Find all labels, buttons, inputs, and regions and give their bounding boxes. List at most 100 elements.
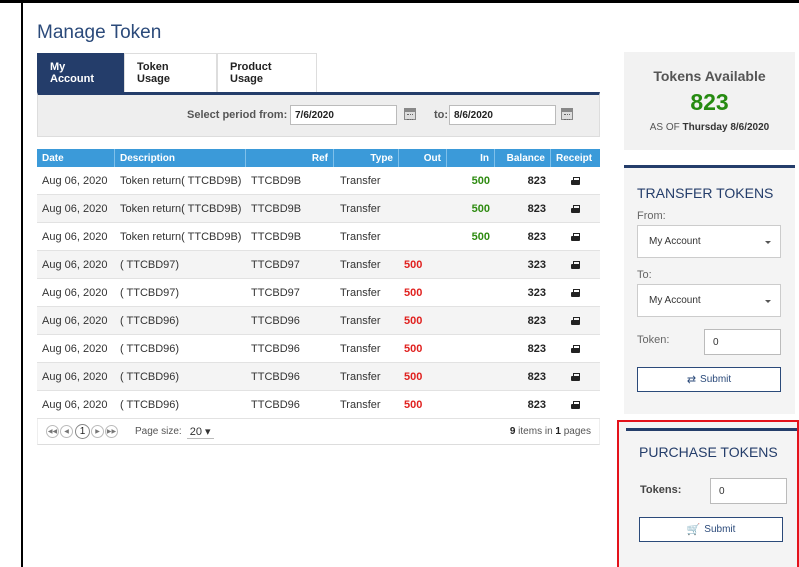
purchase-tokens-input[interactable] bbox=[710, 478, 787, 504]
cell-date: Aug 06, 2020 bbox=[42, 230, 108, 243]
transfer-arrows-icon: ⇄ bbox=[686, 374, 697, 386]
table-row: Aug 06, 2020 Token return( TTCBD9B) TTCBD9… bbox=[37, 167, 600, 195]
calendar-icon[interactable] bbox=[404, 108, 416, 120]
cell-type: Transfer bbox=[340, 286, 381, 299]
as-of-date: Thursday 8/6/2020 bbox=[682, 122, 770, 133]
printer-icon[interactable] bbox=[571, 176, 580, 185]
purchase-submit-label: Submit bbox=[704, 524, 736, 535]
cell-out: 500 bbox=[404, 370, 423, 383]
pager: ◀◀ ◀ 1 ▶ ▶▶ Page size: 20 ▾ 9 items in 1… bbox=[37, 419, 600, 445]
cell-out: 500 bbox=[404, 398, 423, 411]
cell-date: Aug 06, 2020 bbox=[42, 258, 108, 271]
cell-description: ( TTCBD96) bbox=[120, 314, 180, 327]
first-page-button[interactable]: ◀◀ bbox=[46, 425, 59, 438]
transfer-submit-label: Submit bbox=[700, 374, 732, 385]
printer-icon[interactable] bbox=[571, 288, 580, 297]
items-count: 9 bbox=[509, 426, 516, 437]
cell-type: Transfer bbox=[340, 230, 381, 243]
table-row: Aug 06, 2020 Token return( TTCBD9B) TTCBD9… bbox=[37, 223, 600, 251]
pages-label: pages bbox=[563, 426, 591, 437]
transfer-to-value: My Account bbox=[649, 295, 701, 306]
cell-description: ( TTCBD96) bbox=[120, 342, 180, 355]
cell-out: 500 bbox=[404, 342, 423, 355]
printer-icon[interactable] bbox=[571, 400, 580, 409]
cell-type: Transfer bbox=[340, 398, 381, 411]
cell-balance: 323 bbox=[527, 286, 546, 299]
cell-ref: TTCBD97 bbox=[251, 258, 300, 271]
tokens-as-of: AS OF Thursday 8/6/2020 bbox=[624, 122, 795, 133]
current-page-number[interactable]: 1 bbox=[75, 424, 90, 439]
printer-icon[interactable] bbox=[571, 316, 580, 325]
transfer-tokens-title: TRANSFER TOKENS bbox=[637, 185, 774, 201]
transfer-from-select[interactable]: My Account bbox=[637, 225, 781, 258]
cell-in: 500 bbox=[471, 174, 490, 187]
column-header-description[interactable]: Description bbox=[115, 149, 246, 167]
transfer-tokens-panel: TRANSFER TOKENS From: My Account To: My … bbox=[624, 165, 795, 414]
cell-description: Token return( TTCBD9B) bbox=[120, 230, 242, 243]
cell-ref: TTCBD96 bbox=[251, 370, 300, 383]
calendar-icon[interactable] bbox=[561, 108, 573, 120]
column-header-date[interactable]: Date bbox=[37, 149, 115, 167]
last-page-button[interactable]: ▶▶ bbox=[105, 425, 118, 438]
cell-ref: TTCBD96 bbox=[251, 398, 300, 411]
page-size-label: Page size: bbox=[135, 426, 182, 437]
printer-icon[interactable] bbox=[571, 204, 580, 213]
cell-out bbox=[399, 167, 447, 194]
column-header-in[interactable]: In bbox=[447, 149, 495, 167]
cell-ref: TTCBD9B bbox=[251, 202, 302, 215]
pages-count: 1 bbox=[555, 426, 561, 437]
column-header-ref[interactable]: Ref bbox=[246, 149, 334, 167]
period-from-input[interactable] bbox=[290, 105, 397, 125]
table-body: Aug 06, 2020 Token return( TTCBD9B) TTCBD9… bbox=[37, 167, 600, 419]
cell-description: Token return( TTCBD9B) bbox=[120, 202, 242, 215]
transfer-token-label: Token: bbox=[637, 334, 670, 346]
cell-out bbox=[399, 223, 447, 250]
printer-icon[interactable] bbox=[571, 260, 580, 269]
printer-icon[interactable] bbox=[571, 232, 580, 241]
transfer-to-select[interactable]: My Account bbox=[637, 284, 781, 317]
purchase-submit-button[interactable]: 🛒 Submit bbox=[639, 517, 783, 542]
purchase-tokens-title: PURCHASE TOKENS bbox=[639, 444, 778, 460]
cell-in bbox=[447, 335, 495, 362]
prev-page-button[interactable]: ◀ bbox=[60, 425, 73, 438]
cell-description: ( TTCBD97) bbox=[120, 286, 180, 299]
window-top-border bbox=[0, 0, 799, 3]
tokens-available-value: 823 bbox=[690, 89, 729, 115]
cell-balance: 823 bbox=[527, 174, 546, 187]
items-label: items in bbox=[518, 426, 553, 437]
column-header-receipt[interactable]: Receipt bbox=[551, 149, 600, 167]
cell-description: Token return( TTCBD9B) bbox=[120, 174, 242, 187]
page-size-select[interactable]: 20 ▾ bbox=[186, 425, 214, 439]
cell-balance: 823 bbox=[527, 342, 546, 355]
cell-out: 500 bbox=[404, 314, 423, 327]
cell-description: ( TTCBD96) bbox=[120, 398, 180, 411]
column-header-type[interactable]: Type bbox=[334, 149, 399, 167]
tab-token-usage[interactable]: Token Usage bbox=[124, 53, 217, 92]
cell-ref: TTCBD96 bbox=[251, 342, 300, 355]
cell-date: Aug 06, 2020 bbox=[42, 286, 108, 299]
purchase-tokens-label: Tokens: bbox=[640, 484, 682, 496]
period-to-input[interactable] bbox=[449, 105, 556, 125]
period-to-label: to: bbox=[434, 109, 449, 121]
tab-my-account[interactable]: My Account bbox=[37, 53, 124, 92]
purchase-tokens-panel: PURCHASE TOKENS Tokens: 🛒 Submit bbox=[617, 420, 799, 567]
cell-description: ( TTCBD97) bbox=[120, 258, 180, 271]
printer-icon[interactable] bbox=[571, 344, 580, 353]
cell-out: 500 bbox=[404, 258, 423, 271]
cell-in bbox=[447, 391, 495, 418]
purchase-panel-top-bar bbox=[626, 428, 797, 431]
tab-product-usage[interactable]: Product Usage bbox=[217, 53, 317, 92]
cell-type: Transfer bbox=[340, 202, 381, 215]
transfer-submit-button[interactable]: ⇄ Submit bbox=[637, 367, 781, 392]
cell-date: Aug 06, 2020 bbox=[42, 174, 108, 187]
column-header-balance[interactable]: Balance bbox=[495, 149, 551, 167]
cell-date: Aug 06, 2020 bbox=[42, 398, 108, 411]
cell-in bbox=[447, 279, 495, 306]
transfer-token-input[interactable] bbox=[704, 329, 781, 355]
table-row: Aug 06, 2020 ( TTCBD97) TTCBD97 Transfer 500… bbox=[37, 279, 600, 307]
printer-icon[interactable] bbox=[571, 372, 580, 381]
cell-receipt bbox=[551, 223, 600, 250]
cell-type: Transfer bbox=[340, 174, 381, 187]
next-page-button[interactable]: ▶ bbox=[91, 425, 104, 438]
column-header-out[interactable]: Out bbox=[399, 149, 447, 167]
